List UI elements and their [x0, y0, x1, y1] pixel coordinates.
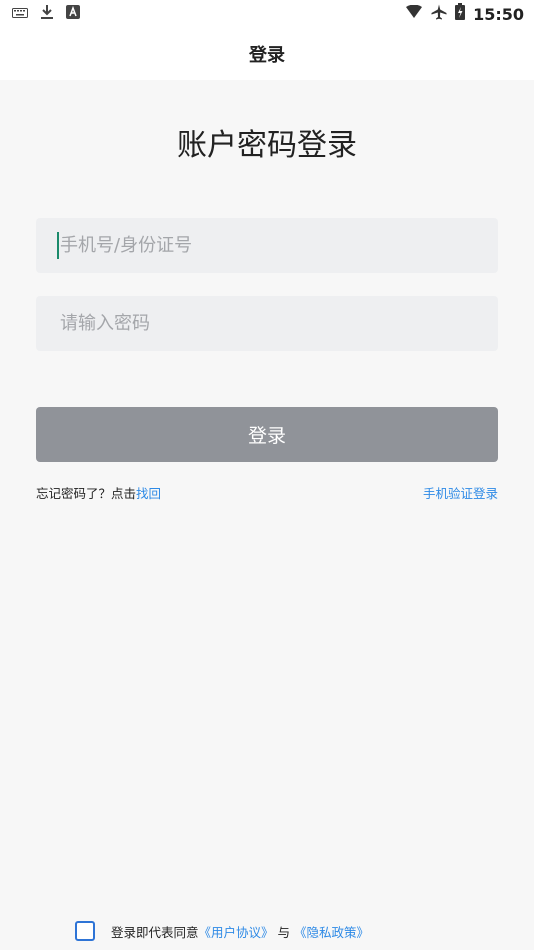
user-agreement-link[interactable]: 《用户协议》	[199, 925, 274, 940]
keyboard-icon	[12, 6, 28, 24]
recover-password-link[interactable]: 找回	[136, 486, 161, 501]
password-input[interactable]	[58, 312, 498, 335]
phone-id-field[interactable]	[36, 218, 498, 273]
login-button[interactable]: 登录	[36, 407, 498, 462]
status-time: 15:50	[473, 5, 524, 24]
status-bar: 15:50	[0, 0, 534, 28]
status-right-icons: 15:50	[405, 3, 524, 26]
agreement-checkbox[interactable]	[75, 921, 95, 941]
privacy-policy-link[interactable]: 《隐私政策》	[294, 925, 369, 940]
page-title: 账户密码登录	[177, 128, 357, 163]
download-icon	[40, 4, 54, 26]
forgot-password-prefix: 忘记密码了？点击	[36, 486, 137, 501]
agreement-connector: 与	[277, 924, 291, 940]
password-field[interactable]	[36, 296, 498, 351]
phone-id-input[interactable]	[58, 234, 498, 257]
airplane-icon	[431, 4, 447, 26]
agreement-row: 登录即代表同意《用户协议》 与 《隐私政策》	[75, 921, 369, 941]
sms-login-link[interactable]: 手机验证登录	[423, 483, 498, 502]
forgot-password: 忘记密码了？点击找回	[36, 483, 161, 502]
text-icon	[66, 5, 80, 25]
header-title: 登录	[249, 45, 285, 66]
battery-icon	[455, 3, 466, 26]
status-left-icons	[12, 4, 80, 26]
agreement-text: 登录即代表同意《用户协议》 与 《隐私政策》	[111, 922, 369, 941]
agreement-prefix: 登录即代表同意	[111, 924, 199, 940]
wifi-icon	[405, 4, 423, 25]
app-header: 登录	[0, 28, 534, 80]
text-caret	[57, 232, 59, 259]
